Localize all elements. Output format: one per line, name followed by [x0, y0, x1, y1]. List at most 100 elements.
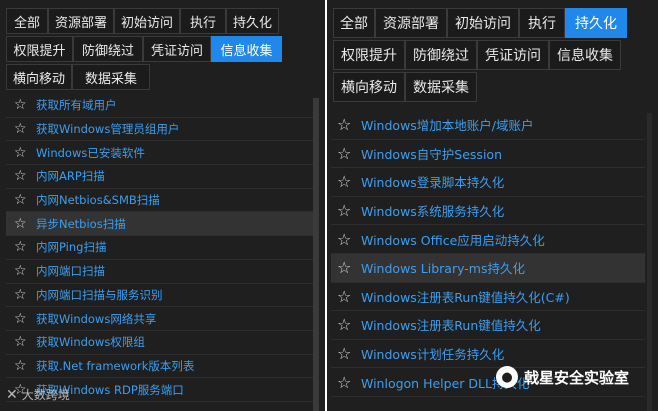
tab-defense-evasion[interactable]: 防御绕过	[73, 36, 143, 62]
star-outline-icon[interactable]: ☆	[14, 168, 30, 184]
list-item[interactable]: ☆ Windows已安装软件	[6, 141, 318, 166]
list-scrollbar[interactable]	[313, 98, 319, 411]
star-outline-icon[interactable]: ☆	[14, 97, 30, 113]
watermark: ✕ 大数跨境	[6, 386, 70, 403]
star-outline-icon[interactable]: ☆	[337, 115, 355, 134]
tab-lateral-movement[interactable]: 横向移动	[333, 72, 405, 102]
list-item[interactable]: ☆ 获取所有域用户	[6, 94, 318, 118]
star-outline-icon[interactable]: ☆	[337, 344, 355, 363]
item-label: 异步Netbios扫描	[36, 216, 126, 231]
tab-row: 横向移动 数据采集	[6, 64, 321, 90]
star-outline-icon[interactable]: ☆	[337, 201, 355, 220]
list-item[interactable]: ☆ 内网ARP扫描	[6, 165, 318, 189]
tab-discovery[interactable]: 信息收集	[211, 36, 282, 62]
tab-credential-access[interactable]: 凭证访问	[477, 40, 549, 70]
tab-row: 权限提升 防御绕过 凭证访问 信息收集	[6, 36, 321, 62]
star-outline-icon[interactable]: ☆	[337, 230, 355, 249]
list-item[interactable]: ☆ Windows注册表Run键值持久化(C#)	[331, 283, 645, 312]
list-item[interactable]: ☆ 内网Netbios&SMB扫描	[6, 189, 318, 213]
star-outline-icon[interactable]: ☆	[14, 121, 30, 137]
star-outline-icon[interactable]: ☆	[14, 263, 30, 279]
tab-lateral-movement[interactable]: 横向移动	[6, 64, 72, 90]
item-label: Windows系统服务持久化	[361, 204, 505, 220]
item-label: 获取Windows权限组	[36, 335, 145, 350]
list-item[interactable]: ☆ 获取Windows权限组	[6, 331, 318, 355]
star-outline-icon[interactable]: ☆	[14, 334, 30, 350]
list-item[interactable]: ☆ Windows登录脚本持久化	[331, 168, 645, 197]
star-outline-icon[interactable]: ☆	[337, 258, 355, 277]
star-outline-icon[interactable]: ☆	[337, 287, 355, 306]
item-label: Windows登录脚本持久化	[361, 175, 505, 191]
star-outline-icon[interactable]: ☆	[14, 358, 30, 374]
item-label: 内网端口扫描与服务识别	[36, 287, 163, 302]
star-outline-icon[interactable]: ☆	[14, 311, 30, 327]
star-outline-icon[interactable]: ☆	[337, 373, 355, 392]
tab-initial-access[interactable]: 初始访问	[114, 8, 180, 34]
item-label: 内网Ping扫描	[36, 240, 107, 255]
item-label: Windows增加本地账户/域账户	[361, 118, 534, 134]
item-label: 获取所有域用户	[36, 98, 117, 113]
list-item[interactable]: ☆ Windows注册表Run键值持久化	[331, 311, 645, 340]
item-label: Windows注册表Run键值持久化(C#)	[361, 289, 570, 305]
list-item[interactable]: ☆ 内网端口扫描与服务识别	[6, 284, 318, 308]
star-outline-icon[interactable]: ☆	[337, 144, 355, 163]
tab-initial-access[interactable]: 初始访问	[447, 8, 519, 38]
list-scrollbar[interactable]	[647, 113, 652, 411]
item-label: Windows Library-ms持久化	[361, 261, 525, 277]
arrow-logo-icon: ✕	[6, 386, 18, 403]
star-outline-icon[interactable]: ☆	[14, 145, 30, 161]
item-label: Windows计划任务持久化	[361, 347, 505, 363]
item-label: 内网端口扫描	[36, 264, 105, 279]
star-outline-icon[interactable]: ☆	[14, 287, 30, 303]
list-item[interactable]: ☆ 内网Ping扫描	[6, 236, 318, 260]
tab-defense-evasion[interactable]: 防御绕过	[405, 40, 477, 70]
module-list: ☆ 获取所有域用户 ☆ 获取Windows管理员组用户 ☆ Windows已安装软件 …	[6, 94, 318, 411]
wechat-logo-icon: ●	[496, 366, 518, 388]
item-label: 获取.Net framework版本列表	[36, 358, 195, 373]
list-item[interactable]: ☆ Windows增加本地账户/域账户	[331, 111, 645, 140]
tab-execution[interactable]: 执行	[180, 8, 226, 34]
list-item[interactable]: ☆ Windows自守护Session	[331, 140, 645, 169]
item-label: Windows自守护Session	[361, 146, 502, 162]
list-item[interactable]: ☆ 获取Windows管理员组用户	[6, 118, 318, 142]
item-label: Windows Office应用启动持久化	[361, 232, 545, 248]
tab-bar: 全部 资源部署 初始访问 执行 持久化 权限提升 防御绕过 凭证访问 信息收集 …	[6, 8, 321, 92]
tab-collection[interactable]: 数据采集	[72, 64, 150, 90]
tab-collection[interactable]: 数据采集	[405, 72, 477, 102]
tab-all[interactable]: 全部	[333, 8, 375, 38]
watermark-text: 大数跨境	[21, 388, 70, 402]
star-outline-icon[interactable]: ☆	[337, 315, 355, 334]
list-item[interactable]: ☆ Windows系统服务持久化	[331, 197, 645, 226]
right-panel: 全部 资源部署 初始访问 执行 持久化 权限提升 防御绕过 凭证访问 信息收集 …	[327, 0, 658, 411]
tab-persistence[interactable]: 持久化	[226, 8, 279, 34]
tab-row: 权限提升 防御绕过 凭证访问 信息收集	[333, 40, 654, 70]
list-item-highlighted[interactable]: ☆ Windows Library-ms持久化	[331, 253, 645, 283]
tab-resource-deploy[interactable]: 资源部署	[375, 8, 447, 38]
item-label: Windows注册表Run键值持久化	[361, 318, 541, 334]
tab-credential-access[interactable]: 凭证访问	[143, 36, 211, 62]
tab-bar: 全部 资源部署 初始访问 执行 持久化 权限提升 防御绕过 凭证访问 信息收集 …	[333, 8, 654, 104]
tab-persistence[interactable]: 持久化	[565, 8, 627, 38]
watermark: ● 戟星安全实验室	[496, 366, 629, 388]
item-label: 获取Windows管理员组用户	[36, 122, 180, 137]
star-outline-icon[interactable]: ☆	[14, 192, 30, 208]
list-item[interactable]: ☆ 获取Windows网络共享	[6, 307, 318, 331]
watermark-text: 戟星安全实验室	[524, 368, 630, 387]
list-item[interactable]: ☆ Windows计划任务持久化	[331, 340, 645, 369]
list-item[interactable]: ☆ 获取.Net framework版本列表	[6, 355, 318, 379]
left-panel: 全部 资源部署 初始访问 执行 持久化 权限提升 防御绕过 凭证访问 信息收集 …	[0, 0, 325, 411]
tab-discovery[interactable]: 信息收集	[549, 40, 621, 70]
tab-all[interactable]: 全部	[6, 8, 48, 34]
star-outline-icon[interactable]: ☆	[14, 216, 30, 232]
star-outline-icon[interactable]: ☆	[14, 239, 30, 255]
tab-privilege-escalation[interactable]: 权限提升	[333, 40, 405, 70]
list-item[interactable]: ☆ 内网端口扫描	[6, 260, 318, 284]
item-label: 获取Windows网络共享	[36, 311, 157, 326]
tab-execution[interactable]: 执行	[519, 8, 565, 38]
tab-privilege-escalation[interactable]: 权限提升	[6, 36, 73, 62]
list-item[interactable]: ☆ Windows Office应用启动持久化	[331, 225, 645, 254]
star-outline-icon[interactable]: ☆	[337, 172, 355, 191]
tab-resource-deploy[interactable]: 资源部署	[48, 8, 114, 34]
list-item-highlighted[interactable]: ☆ 异步Netbios扫描	[6, 212, 318, 237]
tab-row: 全部 资源部署 初始访问 执行 持久化	[6, 8, 321, 34]
